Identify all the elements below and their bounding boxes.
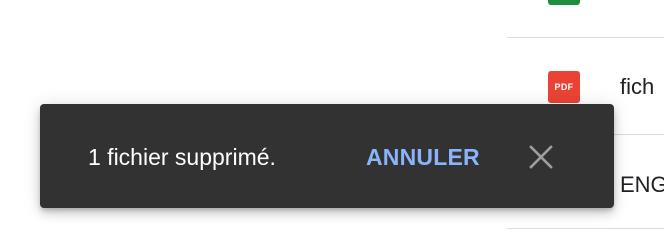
- page: PDF fich ENG 1 fichier supprimé. ANNULER: [0, 0, 664, 242]
- undo-button[interactable]: ANNULER: [366, 144, 480, 171]
- snackbar: 1 fichier supprimé. ANNULER: [40, 104, 614, 208]
- snackbar-message: 1 fichier supprimé.: [88, 144, 276, 170]
- sheets-icon: [548, 0, 580, 5]
- pdf-icon: PDF: [548, 71, 580, 103]
- close-icon: [529, 145, 553, 169]
- pdf-icon-label: PDF: [554, 82, 574, 92]
- file-name: fich: [620, 74, 655, 99]
- close-button[interactable]: [524, 140, 558, 174]
- file-row[interactable]: [507, 0, 664, 38]
- file-name: ENG: [620, 172, 664, 197]
